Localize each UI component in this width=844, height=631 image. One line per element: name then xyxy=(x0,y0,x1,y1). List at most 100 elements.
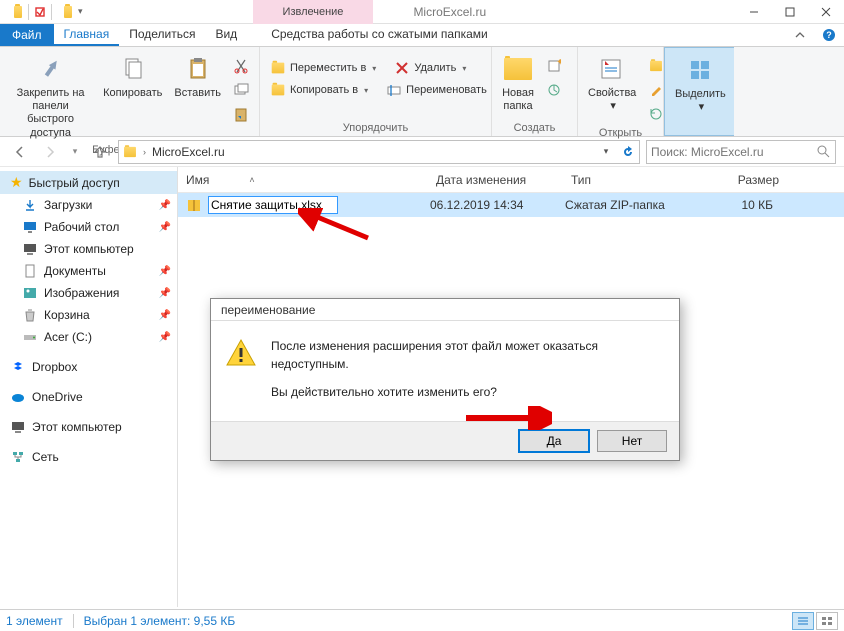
pin-icon: 📌 xyxy=(159,310,171,321)
nav-back-button[interactable] xyxy=(8,140,32,164)
properties-button[interactable]: Свойства ▾ xyxy=(584,51,640,115)
sidebar-item-drive-c[interactable]: Acer (C:)📌 xyxy=(0,326,177,348)
sidebar-dropbox[interactable]: Dropbox xyxy=(0,356,177,378)
file-size: 10 КБ xyxy=(705,198,785,212)
title-bar: ▾ Извлечение MicroExcel.ru xyxy=(0,0,844,24)
pin-icon: 📌 xyxy=(159,288,171,299)
sidebar-this-pc[interactable]: Этот компьютер xyxy=(0,416,177,438)
help-icon[interactable]: ? xyxy=(822,24,836,46)
pin-icon: 📌 xyxy=(159,222,171,233)
search-input[interactable] xyxy=(651,145,817,159)
address-history-dropdown[interactable]: ▾ xyxy=(595,141,617,163)
view-thumbnails-button[interactable] xyxy=(816,612,838,630)
address-bar-row: ▾ › MicroExcel.ru ▾ xyxy=(0,137,844,167)
sidebar-quick-access[interactable]: ★ Быстрый доступ xyxy=(0,171,177,194)
app-folder-icon xyxy=(8,5,22,19)
select-button[interactable]: Выделить ▾ xyxy=(671,52,730,116)
navigation-sidebar[interactable]: ★ Быстрый доступ Загрузки📌 Рабочий стол📌… xyxy=(0,167,178,607)
tab-view[interactable]: Вид xyxy=(205,24,247,46)
dialog-yes-button[interactable]: Да xyxy=(519,430,589,452)
sidebar-item-pictures[interactable]: Изображения📌 xyxy=(0,282,177,304)
paste-shortcut-button[interactable] xyxy=(229,103,253,125)
nav-forward-button[interactable] xyxy=(38,140,62,164)
copy-to-button[interactable]: Копировать в▾ xyxy=(266,81,372,99)
pin-icon: 📌 xyxy=(159,200,171,211)
quick-access-toolbar: ▾ xyxy=(0,4,83,20)
ribbon-group-open: Свойства ▾ Открыть xyxy=(578,47,664,136)
col-date[interactable]: Дата изменения xyxy=(436,173,571,187)
pin-label: Закрепить на панели быстрого доступа xyxy=(10,87,91,140)
copy-button[interactable]: Копировать xyxy=(99,51,166,102)
address-folder[interactable]: MicroExcel.ru xyxy=(148,145,229,159)
ribbon-collapse-icon[interactable] xyxy=(794,24,806,46)
tab-home[interactable]: Главная xyxy=(54,24,120,46)
file-type: Сжатая ZIP-папка xyxy=(565,198,705,212)
copy-path-button[interactable] xyxy=(229,79,253,101)
new-folder-button[interactable]: Новая папка xyxy=(498,51,538,115)
dialog-button-row: Да Нет xyxy=(211,421,679,460)
sidebar-item-downloads[interactable]: Загрузки📌 xyxy=(0,194,177,216)
col-size[interactable]: Размер xyxy=(711,173,791,187)
sidebar-onedrive[interactable]: OneDrive xyxy=(0,386,177,408)
refresh-button[interactable] xyxy=(617,141,639,163)
status-bar: 1 элемент Выбран 1 элемент: 9,55 КБ xyxy=(0,609,844,631)
sidebar-item-this-pc-pinned[interactable]: Этот компьютер xyxy=(0,238,177,260)
file-tab[interactable]: Файл xyxy=(0,24,54,46)
move-to-button[interactable]: Переместить в▾ xyxy=(266,59,380,77)
maximize-button[interactable] xyxy=(772,0,808,24)
ribbon-group-organize: Переместить в▾ Удалить▾ Копировать в▾ Пе… xyxy=(260,47,492,136)
address-chevron-icon[interactable]: › xyxy=(141,147,148,157)
search-box[interactable] xyxy=(646,140,836,164)
sidebar-item-desktop[interactable]: Рабочий стол📌 xyxy=(0,216,177,238)
organize-group-label: Упорядочить xyxy=(266,120,485,134)
easy-access-button[interactable] xyxy=(542,79,566,101)
delete-button[interactable]: Удалить▾ xyxy=(390,59,470,77)
tab-compressed-tools[interactable]: Средства работы со сжатыми папками xyxy=(261,24,498,46)
menu-bar: Файл Главная Поделиться Вид Средства раб… xyxy=(0,24,844,47)
address-root[interactable] xyxy=(119,146,141,158)
ribbon-group-new: Новая папка ✦ Создать xyxy=(492,47,578,136)
rename-input[interactable] xyxy=(208,196,338,214)
new-group-label: Создать xyxy=(498,120,571,134)
open-group-label: Открыть xyxy=(584,125,657,139)
dialog-no-button[interactable]: Нет xyxy=(597,430,667,452)
file-date: 06.12.2019 14:34 xyxy=(430,198,565,212)
qat-dropdown-icon[interactable]: ▾ xyxy=(78,6,83,17)
sort-indicator-icon: ˄ xyxy=(249,175,254,185)
contextual-tab-header: Извлечение xyxy=(253,0,374,24)
ribbon: Закрепить на панели быстрого доступа Коп… xyxy=(0,47,844,137)
svg-text:✦: ✦ xyxy=(556,59,561,68)
minimize-button[interactable] xyxy=(736,0,772,24)
col-name[interactable]: Имя˄ xyxy=(186,173,436,187)
pin-to-quick-access-button[interactable]: Закрепить на панели быстрого доступа xyxy=(6,51,95,142)
ribbon-group-select: Выделить ▾ xyxy=(664,47,734,136)
sidebar-network[interactable]: Сеть xyxy=(0,446,177,468)
address-bar[interactable]: › MicroExcel.ru ▾ xyxy=(118,140,640,164)
nav-up-button[interactable] xyxy=(88,140,112,164)
qat-new-folder-icon[interactable] xyxy=(58,5,72,19)
window-title: MicroExcel.ru xyxy=(413,5,486,19)
status-item-count: 1 элемент xyxy=(6,614,63,628)
search-icon[interactable] xyxy=(817,145,831,159)
tab-share[interactable]: Поделиться xyxy=(119,24,205,46)
paste-label: Вставить xyxy=(174,87,221,100)
column-headers: Имя˄ Дата изменения Тип Размер xyxy=(178,167,844,193)
new-item-button[interactable]: ✦ xyxy=(542,55,566,77)
copy-label: Копировать xyxy=(103,87,162,100)
cut-button[interactable] xyxy=(229,55,253,77)
star-icon: ★ xyxy=(10,174,23,191)
nav-recent-dropdown[interactable]: ▾ xyxy=(68,140,82,164)
rename-dialog: переименование После изменения расширени… xyxy=(210,298,680,461)
paste-button[interactable]: Вставить xyxy=(170,51,225,102)
dialog-text: После изменения расширения этот файл мож… xyxy=(271,337,665,411)
pin-icon: 📌 xyxy=(159,332,171,343)
view-details-button[interactable] xyxy=(792,612,814,630)
sidebar-item-recycle-bin[interactable]: Корзина📌 xyxy=(0,304,177,326)
status-selection: Выбран 1 элемент: 9,55 КБ xyxy=(84,614,236,628)
qat-properties-icon[interactable] xyxy=(35,7,45,17)
rename-button[interactable]: Переименовать xyxy=(382,81,491,99)
col-type[interactable]: Тип xyxy=(571,173,711,187)
sidebar-item-documents[interactable]: Документы📌 xyxy=(0,260,177,282)
file-row[interactable]: 06.12.2019 14:34 Сжатая ZIP-папка 10 КБ xyxy=(178,193,844,217)
close-button[interactable] xyxy=(808,0,844,24)
